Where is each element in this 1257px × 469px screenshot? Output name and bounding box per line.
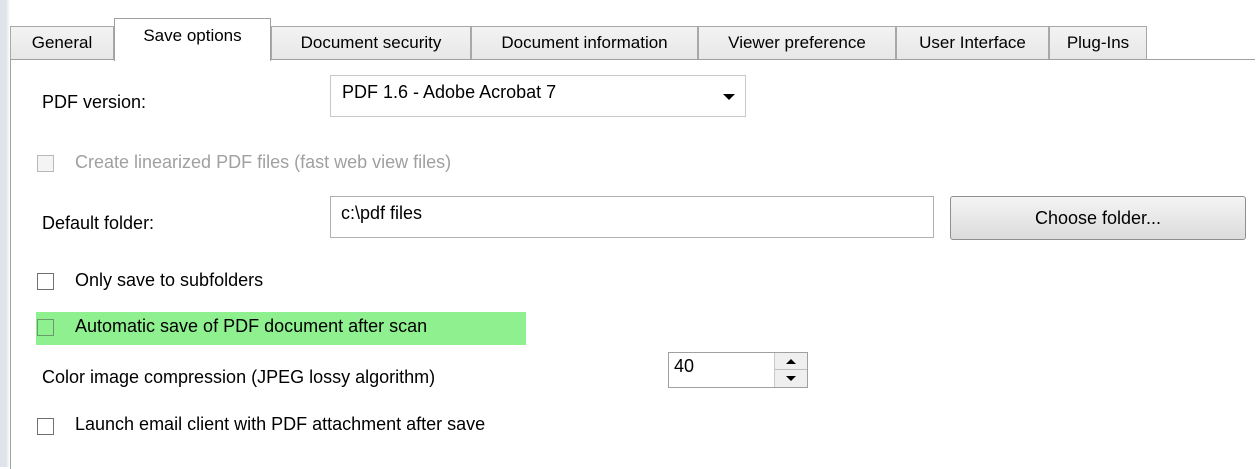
launch-email-checkbox[interactable]: [37, 418, 54, 435]
tab-document-information[interactable]: Document information: [471, 26, 698, 59]
pdf-version-label: PDF version:: [42, 92, 147, 112]
window-edge: [0, 0, 10, 467]
tab-strip: General Save options Document security D…: [10, 18, 1250, 61]
spinner-up-button[interactable]: [775, 353, 807, 370]
linearized-checkbox[interactable]: [37, 155, 54, 172]
tab-viewer-preference[interactable]: Viewer preference: [698, 26, 896, 59]
arrow-up-icon: [786, 359, 796, 364]
save-options-panel: [10, 59, 1255, 469]
launch-email-label: Launch email client with PDF attachment …: [75, 414, 486, 434]
choose-folder-button[interactable]: Choose folder...: [950, 196, 1246, 240]
chevron-down-icon: [723, 94, 735, 100]
default-folder-value: c:\pdf files: [341, 203, 423, 223]
linearized-label: Create linearized PDF files (fast web vi…: [75, 152, 452, 172]
compression-value: 40: [674, 356, 695, 376]
compression-spinner[interactable]: 40: [668, 352, 808, 388]
pdf-version-value: PDF 1.6 - Adobe Acrobat 7: [342, 82, 557, 102]
auto-save-checkbox[interactable]: [37, 319, 54, 336]
tab-save-options[interactable]: Save options: [114, 18, 271, 61]
spinner-down-button[interactable]: [775, 370, 807, 387]
tab-plug-ins[interactable]: Plug-Ins: [1049, 26, 1147, 59]
pdf-version-dropdown[interactable]: PDF 1.6 - Adobe Acrobat 7: [330, 75, 746, 117]
auto-save-label: Automatic save of PDF document after sca…: [75, 316, 428, 336]
default-folder-label: Default folder:: [42, 213, 155, 233]
only-subfolders-label: Only save to subfolders: [75, 270, 264, 290]
tab-user-interface[interactable]: User Interface: [896, 26, 1049, 59]
spinner-buttons: [774, 353, 807, 387]
tab-general[interactable]: General: [10, 26, 114, 59]
tab-document-security[interactable]: Document security: [271, 26, 471, 59]
default-folder-input[interactable]: c:\pdf files: [330, 196, 934, 238]
arrow-down-icon: [786, 376, 796, 381]
compression-label: Color image compression (JPEG lossy algo…: [42, 367, 436, 387]
only-subfolders-checkbox[interactable]: [37, 273, 54, 290]
